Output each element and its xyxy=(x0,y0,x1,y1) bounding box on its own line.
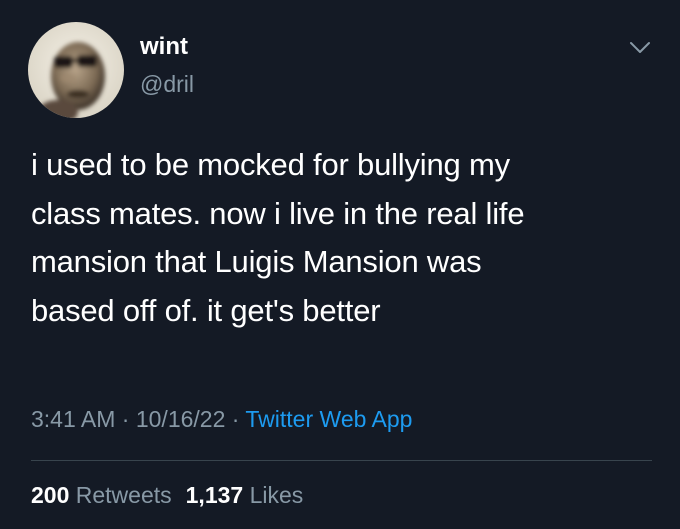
tweet-text-line: i used to be mocked for bullying my xyxy=(31,147,510,182)
tweet-card: wint @dril i used to be mocked for bully… xyxy=(0,0,680,529)
retweets-stat[interactable]: 200 Retweets xyxy=(31,482,172,508)
meta-separator: · xyxy=(115,406,136,432)
meta-separator: · xyxy=(225,406,246,432)
tweet-source-link[interactable]: Twitter Web App xyxy=(245,406,412,432)
tweet-meta: 3:41 AM · 10/16/22 · Twitter Web App xyxy=(31,404,412,434)
likes-stat[interactable]: 1,137 Likes xyxy=(186,482,304,508)
avatar-photo-icon xyxy=(28,22,124,118)
tweet-menu-button[interactable] xyxy=(624,34,656,62)
chevron-down-icon xyxy=(630,42,650,53)
divider xyxy=(31,460,652,461)
author-handle[interactable]: @dril xyxy=(140,70,194,98)
likes-label: Likes xyxy=(249,482,304,508)
tweet-text: i used to be mocked for bullying my clas… xyxy=(31,141,651,335)
avatar[interactable] xyxy=(28,22,124,118)
retweets-label: Retweets xyxy=(75,482,172,508)
tweet-text-line: based off of. it get's better xyxy=(31,292,381,328)
retweets-count: 200 xyxy=(31,482,70,508)
tweet-date[interactable]: 10/16/22 xyxy=(136,406,226,432)
tweet-text-line: mansion that Luigis Mansion was xyxy=(31,244,482,279)
likes-count: 1,137 xyxy=(185,482,244,508)
author-display-name[interactable]: wint xyxy=(140,33,188,61)
tweet-time[interactable]: 3:41 AM xyxy=(31,406,115,432)
tweet-stats: 200 Retweets 1,137 Likes xyxy=(31,480,303,510)
tweet-text-line: class mates. now i live in the real life xyxy=(31,195,525,231)
